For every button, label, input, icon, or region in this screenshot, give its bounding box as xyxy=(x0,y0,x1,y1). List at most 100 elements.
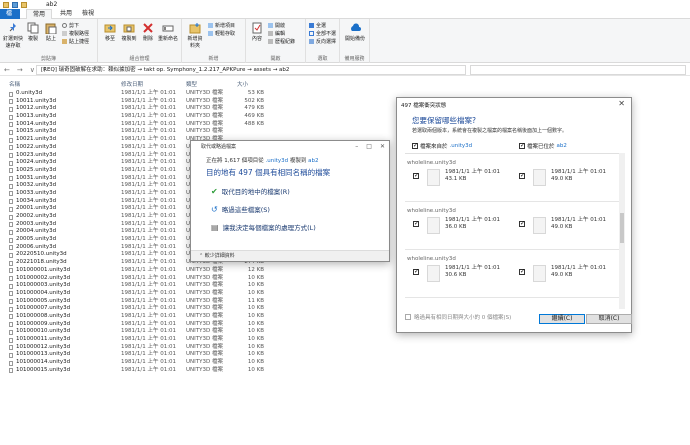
column-name[interactable]: 名稱 xyxy=(9,80,20,88)
invert-selection-button[interactable]: 反向選擇 xyxy=(309,38,336,45)
file-size: 488 KB xyxy=(244,120,264,127)
scrollbar[interactable] xyxy=(619,153,625,309)
keep-source-checkbox[interactable] xyxy=(413,268,419,275)
file-row[interactable]: 101000014.unity3d 1981/1/1 上午 01:01 UNITY3… xyxy=(0,359,290,367)
keep-destination-checkbox[interactable] xyxy=(519,220,525,227)
edit-icon xyxy=(268,31,273,36)
invert-selection-icon xyxy=(309,39,314,44)
file-icon xyxy=(9,237,13,243)
replace-option[interactable]: ✔ 取代目的地中的檔案(R) xyxy=(211,186,290,197)
file-row[interactable]: 101000007.unity3d 1981/1/1 上午 01:01 UNITY3… xyxy=(0,305,290,313)
decide-option[interactable]: ▤ 讓我決定每個檔案的處理方式(L) xyxy=(211,222,316,233)
file-icon xyxy=(9,168,13,174)
file-name: 101000010.unity3d xyxy=(16,328,71,335)
replace-or-skip-dialog: 取代或略過檔案 – □ ✕ 正在將 1,617 個項目從 .unity3d 複製… xyxy=(190,140,390,262)
file-date: 1981/1/1 上午 01:01 xyxy=(121,113,177,120)
file-date: 1981/1/1 上午 01:01 xyxy=(121,366,177,373)
skip-same-files-option[interactable]: 略過具有相同日期與大小的 0 個檔案(S) xyxy=(405,313,511,321)
file-name: 20004.unity3d xyxy=(16,228,57,235)
keep-source-checkbox[interactable] xyxy=(413,220,419,227)
skip-option[interactable]: ↺ 略過這些檔案(S) xyxy=(211,204,270,215)
new-folder-button[interactable]: 新增資料夾 xyxy=(186,22,204,49)
destination-files-header[interactable]: 檔案已位於 ab2 xyxy=(519,142,567,150)
forward-icon[interactable]: → xyxy=(17,66,23,74)
scrollbar-thumb[interactable] xyxy=(620,213,624,243)
keep-destination-checkbox[interactable] xyxy=(519,172,525,179)
column-date[interactable]: 修改日期 xyxy=(121,80,143,88)
file-row[interactable]: 101000013.unity3d 1981/1/1 上午 01:01 UNITY3… xyxy=(0,351,290,359)
copy-to-button[interactable]: 複製到 xyxy=(120,22,138,42)
checkbox[interactable] xyxy=(412,142,418,149)
file-icon xyxy=(9,299,13,305)
destination-file-info: 1981/1/1 上午 01:01 49.0 KB xyxy=(551,217,607,230)
tab-share[interactable]: 共用 xyxy=(54,9,78,19)
file-row[interactable]: 10015.unity3d 1981/1/1 上午 01:01 UNITY3D 檔案 xyxy=(0,128,290,136)
file-row[interactable]: 101000003.unity3d 1981/1/1 上午 01:01 UNITY3… xyxy=(0,282,290,290)
chevron-up-icon: ⌃ xyxy=(199,253,204,259)
tab-home[interactable]: 常用 xyxy=(26,9,53,19)
recent-locations-icon[interactable]: ∨ xyxy=(30,66,35,74)
file-row[interactable]: 101000001.unity3d 1981/1/1 上午 01:01 UNITY3… xyxy=(0,267,290,275)
ribbon-group-open: 內容 開啟 編輯 歷程紀錄 開啟 xyxy=(246,19,306,63)
close-icon[interactable]: ✕ xyxy=(618,99,625,108)
pin-quick-access-button[interactable]: 釘選到快速存取 xyxy=(2,22,24,49)
file-size: 469 KB xyxy=(244,113,264,120)
file-row[interactable]: 10012.unity3d 1981/1/1 上午 01:01 UNITY3D 檔案… xyxy=(0,105,290,113)
paste-shortcut-button[interactable]: 貼上捷徑 xyxy=(62,38,89,45)
minimize-icon[interactable]: – xyxy=(355,143,358,150)
cut-button[interactable]: 剪下 xyxy=(62,22,79,29)
column-size[interactable]: 大小 xyxy=(237,80,248,88)
file-icon xyxy=(9,145,13,151)
move-to-button[interactable]: 移至 xyxy=(102,22,118,42)
column-type[interactable]: 類型 xyxy=(186,80,197,88)
source-files-header[interactable]: 檔案來自於 .unity3d xyxy=(412,142,472,150)
history-button[interactable]: 歷程紀錄 xyxy=(268,38,295,45)
edit-button[interactable]: 編輯 xyxy=(268,30,285,37)
file-name: 20002.unity3d xyxy=(16,213,57,219)
copy-button[interactable]: 複製 xyxy=(26,22,40,42)
checkbox[interactable] xyxy=(519,142,525,149)
cancel-button[interactable]: 取消(C) xyxy=(586,314,632,324)
file-row[interactable]: 101000004.unity3d 1981/1/1 上午 01:01 UNITY3… xyxy=(0,290,290,298)
select-none-button[interactable]: 全部不選 xyxy=(309,30,336,37)
open-button[interactable]: 開啟 xyxy=(268,22,285,29)
file-thumbnail-icon xyxy=(427,217,440,234)
rename-button[interactable]: 重新命名 xyxy=(158,22,178,42)
tab-view[interactable]: 檢視 xyxy=(76,9,100,19)
keep-destination-checkbox[interactable] xyxy=(519,268,525,275)
copy-path-button[interactable]: 複製路徑 xyxy=(62,30,89,37)
file-name: 20220510.unity3d xyxy=(16,251,67,258)
keep-source-checkbox[interactable] xyxy=(413,172,419,179)
tab-file[interactable]: 檔案 xyxy=(0,9,20,27)
properties-icon[interactable] xyxy=(12,1,18,8)
file-icon xyxy=(9,176,13,182)
close-icon[interactable]: ✕ xyxy=(380,143,385,150)
start-backup-button[interactable]: 開始備份 xyxy=(344,22,366,42)
search-input[interactable] xyxy=(470,65,686,75)
checkbox[interactable] xyxy=(405,314,411,320)
continue-button[interactable]: 繼續(C) xyxy=(539,314,585,324)
file-icon xyxy=(9,129,13,135)
address-bar[interactable]: [REQ] 瑞奇固破解在求助：賴似據加密 → takt op. Symphony… xyxy=(36,65,466,75)
easy-access-icon xyxy=(208,31,213,36)
fewer-details-toggle[interactable]: ⌃ 較少詳細資料 xyxy=(191,250,389,261)
file-row[interactable]: 101000008.unity3d 1981/1/1 上午 01:01 UNITY3… xyxy=(0,313,290,321)
new-item-icon xyxy=(208,23,213,28)
delete-button[interactable]: 刪除 xyxy=(140,22,156,42)
file-row[interactable]: 101000010.unity3d 1981/1/1 上午 01:01 UNITY3… xyxy=(0,328,290,336)
file-date: 1981/1/1 上午 01:01 xyxy=(121,166,177,173)
new-folder-icon[interactable] xyxy=(21,1,27,8)
new-item-button[interactable]: 新增項目 xyxy=(208,22,235,29)
file-row[interactable]: 0.unity3d 1981/1/1 上午 01:01 UNITY3D 檔案 53 K… xyxy=(0,90,290,98)
maximize-icon[interactable]: □ xyxy=(366,143,372,150)
easy-access-button[interactable]: 輕鬆存取 xyxy=(208,30,235,37)
file-row[interactable]: 101000011.unity3d 1981/1/1 上午 01:01 UNITY3… xyxy=(0,336,290,344)
back-icon[interactable]: ← xyxy=(4,66,10,74)
paste-button[interactable]: 貼上 xyxy=(44,22,58,42)
file-row[interactable]: 10013.unity3d 1981/1/1 上午 01:01 UNITY3D 檔案… xyxy=(0,113,290,121)
file-row[interactable]: 101000015.unity3d 1981/1/1 上午 01:01 UNITY3… xyxy=(0,367,290,375)
file-date: 1981/1/1 上午 01:01 xyxy=(121,90,177,96)
select-all-button[interactable]: 全選 xyxy=(309,22,326,29)
properties-button[interactable]: 內容 xyxy=(249,22,265,42)
history-icon xyxy=(268,39,273,44)
